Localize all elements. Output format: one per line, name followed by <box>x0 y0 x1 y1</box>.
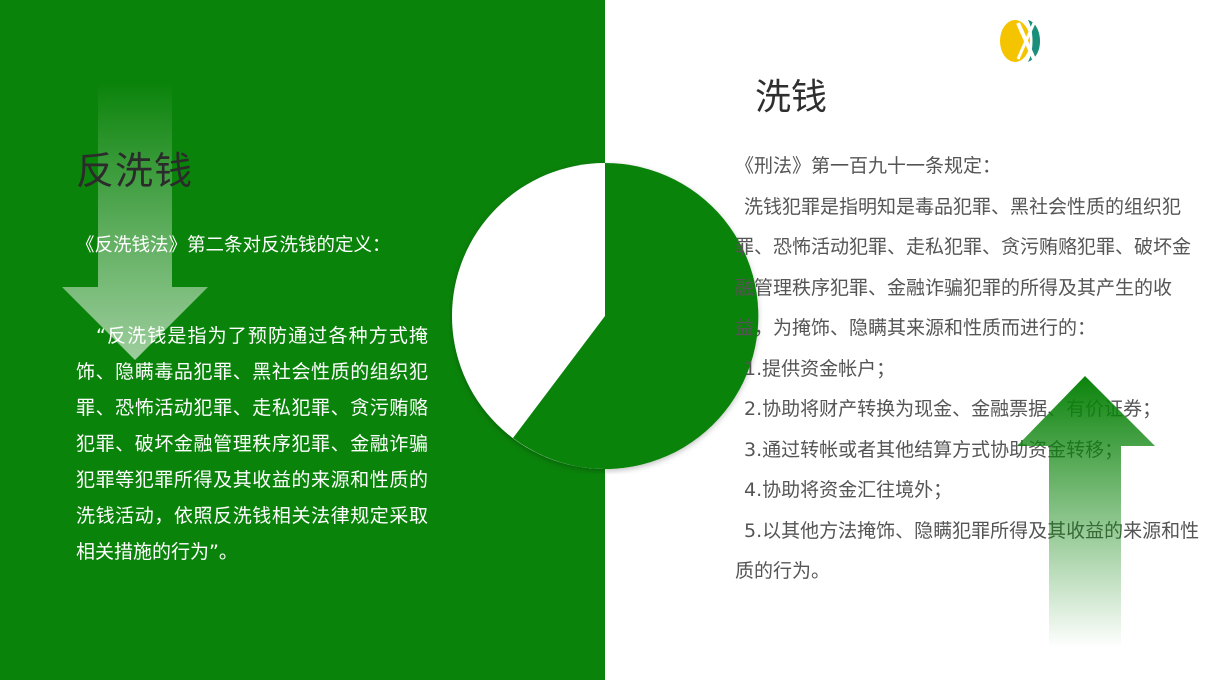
right-title: 洗钱 <box>755 77 828 118</box>
laundering-definition: 洗钱犯罪是指明知是毒品犯罪、黑社会性质的组织犯罪、恐怖活动犯罪、走私犯罪、贪污贿… <box>735 195 1192 340</box>
center-pie-graphic <box>452 162 759 469</box>
logo-icon <box>1000 20 1041 62</box>
left-quote: “反洗钱是指为了预防通过各种方式掩饰、隐瞒毒品犯罪、黑社会性质的组织犯罪、恐怖活… <box>76 325 428 563</box>
left-definition-intro: 《反洗钱法》第二条对反洗钱的定义： <box>76 235 391 256</box>
left-title: 反洗钱 <box>76 149 194 193</box>
law-intro: 《刑法》第一百九十一条规定： <box>735 155 1002 177</box>
up-arrow-icon <box>1017 376 1155 648</box>
